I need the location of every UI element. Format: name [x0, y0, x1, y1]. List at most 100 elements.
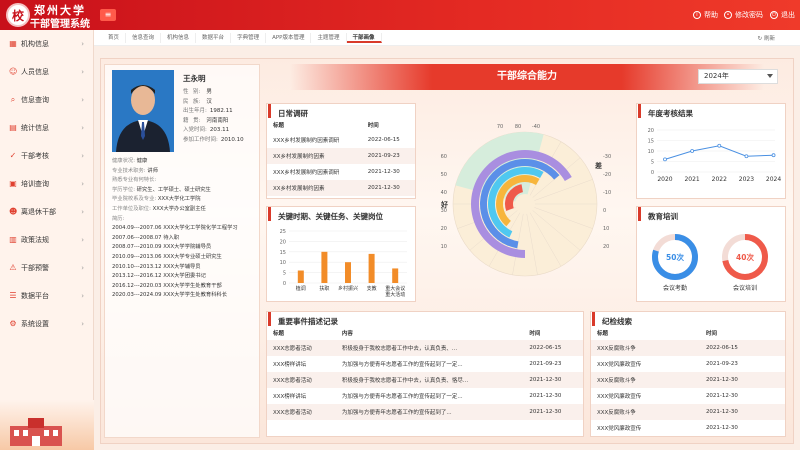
profile-field-0: 性别: 男 — [183, 88, 244, 98]
table-cell: XXX反腐败斗争 — [591, 340, 700, 356]
field-value: 2010.10 — [220, 136, 244, 143]
table-row[interactable]: XXX反腐败斗争 2022-06-15 — [591, 340, 785, 356]
table-row[interactable]: XXX榜样讲坛 为加强与方便青年志愿者工作的宣传起到了一定... 2021-12-3… — [267, 388, 583, 404]
y-tick-label: 15 — [648, 139, 654, 145]
sidebar-item-label: 统计信息 — [21, 124, 49, 132]
table-row[interactable]: XXX反腐败斗争 2021-12-30 — [591, 404, 785, 420]
tab-1[interactable]: 信息查询 — [126, 32, 162, 43]
tab-4[interactable]: 字典管理 — [231, 32, 267, 43]
sidebar-item-8[interactable]: ⚠ 干部预警 › — [0, 254, 93, 282]
table-row[interactable]: XXX志愿者活动 积极投身于我校志愿者工作中去，认真负责、恪尽... 2021-12… — [267, 372, 583, 388]
resume-line: 2016.12---2020.03 XXX大学学生处教育干部 — [112, 282, 222, 289]
resume-line: 2010.10---2013.12 XXX大学辅导员 — [112, 263, 201, 270]
data-point — [771, 153, 776, 158]
table-cell: XXX乡村发展制约因素调研 — [273, 170, 340, 176]
y-tick-label: 20 — [648, 128, 654, 134]
help-button[interactable]: i 帮助 — [693, 10, 718, 20]
table-cell: 2021-09-23 — [705, 361, 738, 367]
refresh-button[interactable]: ↻ 刷新 — [758, 34, 775, 42]
x-tick-label: 扶职 — [319, 285, 329, 292]
table-header-cell: 时间 — [361, 118, 415, 132]
tab-bar: 首页 信息查询 机构信息 数据平台 字典管理 APP版本管理 主题管理 干部画像 ↻ 刷新 — [94, 30, 800, 46]
x-tick-label: 支教 — [367, 285, 377, 292]
tab-2[interactable]: 机构信息 — [161, 32, 197, 43]
sidebar-item-3[interactable]: ▤ 统计信息 › — [0, 114, 93, 142]
key-tasks-title: 关键时期、关键任务、关键岗位 — [268, 207, 415, 221]
sidebar-item-0[interactable]: ▦ 机构信息 › — [0, 30, 93, 58]
table-row[interactable]: XXX党风廉政宣传 2021-12-30 — [591, 420, 785, 436]
profile-field-5: 参加工作时间: 2010.10 — [183, 136, 244, 146]
table-row[interactable]: XXX志愿者活动 积极投身于我校志愿者工作中去，认真负责、... 2022-06-1… — [267, 340, 583, 356]
tab-7[interactable]: 干部画像 — [346, 32, 382, 43]
x-tick-label: 重大活动 — [385, 291, 405, 298]
ring-value: 40次 — [736, 252, 754, 262]
field-key: 参加工作时间: — [183, 136, 218, 143]
change-password-button[interactable]: • 修改密码 — [724, 10, 763, 20]
x-tick-label: 2022 — [712, 176, 727, 183]
chevron-right-icon: › — [81, 208, 84, 216]
radial-tick-label: 20 — [603, 244, 609, 250]
tech-key: 专业技术职务: — [112, 167, 146, 174]
important-events-card: 重要事件描述记录 标题 内容 时间 XXX志愿者活动 积极投身于我校志愿者工作中去，认真… — [266, 311, 584, 437]
sidebar-item-6[interactable]: ☻ 离退休干部 › — [0, 198, 93, 226]
table-cell: 为加强与方便青年志愿者工作的宣传起到了一定... — [341, 362, 463, 368]
important-events-table: 标题 内容 时间 XXX志愿者活动 积极投身于我校志愿者工作中去，认真负责、... 202… — [267, 326, 583, 420]
resume-line: 2007.06---2008.07 待入职 — [112, 234, 180, 241]
annual-assessment-title: 年度考核结果 — [638, 104, 785, 118]
tab-6[interactable]: 主题管理 — [311, 32, 347, 43]
person-icon: ☺ — [9, 67, 18, 76]
table-cell: 2021-12-30 — [705, 425, 738, 431]
daily-research-card: 日常调研 标题 时间 XXX乡村发展制约因素调研 2022-06-15 XX乡村发展制约… — [266, 103, 416, 199]
x-tick-label: 乡村振兴 — [338, 285, 358, 292]
year-select[interactable]: 2024年 — [698, 69, 778, 84]
sidebar-item-7[interactable]: ▥ 政策法规 › — [0, 226, 93, 254]
data-point — [663, 157, 667, 162]
table-row[interactable]: XXX榜样讲坛 为加强与方便青年志愿者工作的宣传起到了一定... 2021-09-2… — [267, 356, 583, 372]
table-row[interactable]: XX乡村发展制约因素 2021-12-30 — [267, 180, 415, 196]
lock-icon: • — [724, 11, 732, 19]
table-row[interactable]: XXX乡村发展制约因素调研 2021-12-30 — [267, 164, 415, 180]
table-row[interactable]: XXX志愿者活动 为加强与方便青年志愿者工作的宣传起到了... 2021-12-30 — [267, 404, 583, 420]
label-bad: 差 — [595, 161, 602, 170]
sidebar-item-9[interactable]: ☰ 数据平台 › — [0, 282, 93, 310]
table-row[interactable]: XXX乡村发展制约因素调研 2022-06-15 — [267, 132, 415, 148]
logout-button[interactable]: ⏻ 退出 — [770, 10, 795, 20]
table-cell: 为加强与方便青年志愿者工作的宣传起到了... — [335, 404, 524, 420]
chevron-right-icon: › — [81, 236, 84, 244]
radial-tick-label: 20 — [441, 226, 447, 232]
radial-tick-label: 10 — [441, 244, 447, 250]
sidebar-item-1[interactable]: ☺ 人员信息 › — [0, 58, 93, 86]
x-tick-label: 2023 — [739, 176, 754, 183]
table-cell: 2021-12-30 — [523, 372, 583, 388]
tab-5[interactable]: APP版本管理 — [266, 32, 312, 43]
table-header-row: 标题 时间 — [591, 326, 785, 340]
sidebar-item-5[interactable]: ▣ 培训查询 › — [0, 170, 93, 198]
table-row[interactable]: XX乡村发展制约因素 2021-09-23 — [267, 148, 415, 164]
sidebar-item-2[interactable]: ⌕ 信息查询 › — [0, 86, 93, 114]
tab-0[interactable]: 首页 — [102, 32, 127, 43]
sidebar-item-label: 信息查询 — [21, 96, 49, 104]
sidebar-item-label: 干部预警 — [21, 264, 49, 272]
edu-value: 研究生、工学硕士、硕士研究生 — [136, 186, 211, 193]
change-password-label: 修改密码 — [735, 11, 763, 19]
doc-icon: ▥ — [9, 235, 17, 244]
sidebar-item-label: 机构信息 — [21, 40, 49, 48]
bar — [345, 262, 351, 283]
table-header-cell: 标题 — [267, 118, 362, 132]
table-row[interactable]: XXX反腐败斗争 2021-12-30 — [591, 372, 785, 388]
page-title: 干部综合能力 — [290, 64, 764, 90]
table-row[interactable]: XXX党风廉政宣传 2021-09-23 — [591, 356, 785, 372]
university-logo-icon: 校 — [6, 3, 30, 27]
field-value: 男 — [206, 89, 212, 95]
table-cell: XXX志愿者活动 — [267, 372, 336, 388]
chevron-right-icon: › — [81, 124, 84, 132]
menu-toggle-button[interactable]: ≡ — [100, 9, 116, 21]
sidebar-item-4[interactable]: ✓ 干部考核 › — [0, 142, 93, 170]
chevron-right-icon: › — [81, 180, 84, 188]
tab-3[interactable]: 数据平台 — [196, 32, 232, 43]
daily-research-title: 日常调研 — [268, 104, 415, 118]
table-cell: XXX党风廉政宣传 — [597, 362, 642, 368]
profile-name: 王永明 — [183, 74, 206, 83]
sidebar-item-10[interactable]: ⚙ 系统设置 › — [0, 310, 93, 338]
table-row[interactable]: XXX党风廉政宣传 2021-12-30 — [591, 388, 785, 404]
